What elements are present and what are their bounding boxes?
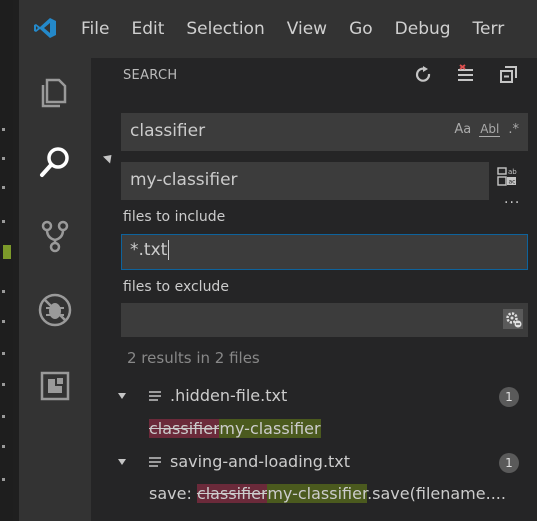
replace-all-icon[interactable]: ab ac xyxy=(496,166,518,188)
results-summary: 2 results in 2 files xyxy=(127,349,260,367)
match-case-toggle[interactable]: Aa xyxy=(454,122,471,137)
result-file-row[interactable]: .hidden-file.txt 1 xyxy=(91,383,537,411)
exclude-label: files to exclude xyxy=(123,279,229,295)
strip-dot xyxy=(2,320,5,323)
strip-dot xyxy=(2,445,5,448)
vscode-logo-icon xyxy=(34,18,56,38)
menu-terminal[interactable]: Terr xyxy=(473,19,505,39)
result-match-line[interactable]: classifiermy-classifier xyxy=(149,419,321,438)
match-count-badge: 1 xyxy=(499,387,519,407)
use-exclude-settings-gear-icon[interactable] xyxy=(503,309,523,329)
menu-view[interactable]: View xyxy=(287,19,327,39)
expand-chevron-icon[interactable] xyxy=(118,393,126,399)
include-label: files to include xyxy=(123,209,226,225)
whole-word-toggle[interactable]: Abl xyxy=(479,122,501,137)
strip-highlight xyxy=(3,245,11,259)
strip-dot xyxy=(2,220,5,223)
match-removed-text: classifier xyxy=(149,419,220,438)
search-query-text: classifier xyxy=(130,121,206,141)
menu-selection[interactable]: Selection xyxy=(186,19,264,39)
text-file-icon xyxy=(149,457,161,467)
strip-dot xyxy=(2,290,5,293)
title-bar: File Edit Selection View Go Debug Terr xyxy=(19,0,537,58)
regex-toggle[interactable]: .* xyxy=(508,122,519,137)
search-input[interactable]: classifier Aa Abl .* xyxy=(121,113,528,151)
strip-dot xyxy=(2,415,5,418)
match-removed-text: classifier xyxy=(196,484,268,503)
explorer-icon[interactable] xyxy=(35,72,75,112)
menu-edit[interactable]: Edit xyxy=(131,19,164,39)
result-file-row[interactable]: saving-and-loading.txt 1 xyxy=(91,449,537,477)
panel-actions xyxy=(413,64,519,86)
strip-dot xyxy=(2,383,5,386)
include-input[interactable]: *.txt xyxy=(121,234,528,270)
match-added-text: my-classifier xyxy=(267,484,368,503)
match-suffix: .save(filename.... xyxy=(367,484,506,503)
strip-dot xyxy=(2,128,5,131)
search-panel: SEARCH classifier Aa Abl .* my-classifie… xyxy=(91,58,537,521)
strip-dot xyxy=(2,186,5,189)
menu-file[interactable]: File xyxy=(81,19,109,39)
expand-chevron-icon[interactable] xyxy=(118,459,126,465)
debug-icon[interactable] xyxy=(35,290,75,330)
replace-input[interactable]: my-classifier xyxy=(121,162,489,200)
menu-go[interactable]: Go xyxy=(349,19,373,39)
collapse-all-icon[interactable] xyxy=(497,64,519,86)
menu-debug[interactable]: Debug xyxy=(395,19,451,39)
result-file-name: saving-and-loading.txt xyxy=(170,452,351,471)
more-options-button[interactable]: ··· xyxy=(504,195,520,211)
match-count-badge: 1 xyxy=(499,453,519,473)
strip-dot xyxy=(2,352,5,355)
toggle-replace-chevron-icon[interactable] xyxy=(102,151,116,164)
text-file-icon xyxy=(149,391,161,401)
source-control-icon[interactable] xyxy=(35,216,75,256)
activity-bar xyxy=(19,58,91,521)
refresh-icon[interactable] xyxy=(413,64,435,86)
panel-title: SEARCH xyxy=(123,68,178,83)
exclude-input[interactable] xyxy=(121,303,528,337)
match-prefix: save: xyxy=(149,484,197,503)
include-value-text: *.txt xyxy=(130,240,170,260)
search-options: Aa Abl .* xyxy=(454,122,519,137)
search-icon[interactable] xyxy=(35,142,75,182)
match-added-text: my-classifier xyxy=(219,419,321,438)
strip-dot xyxy=(2,478,5,481)
result-match-line[interactable]: save: classifiermy-classifier.save(filen… xyxy=(149,484,506,503)
editor-edge xyxy=(0,0,13,521)
svg-text:ac: ac xyxy=(509,179,516,186)
strip-dot xyxy=(2,157,5,160)
result-file-name: .hidden-file.txt xyxy=(170,386,288,405)
svg-text:ab: ab xyxy=(508,168,517,176)
menu-bar: File Edit Selection View Go Debug Terr xyxy=(81,0,526,58)
text-caret xyxy=(168,240,170,260)
replace-value-text: my-classifier xyxy=(130,170,238,190)
extensions-icon[interactable] xyxy=(35,366,75,406)
clear-results-icon[interactable] xyxy=(455,64,477,86)
